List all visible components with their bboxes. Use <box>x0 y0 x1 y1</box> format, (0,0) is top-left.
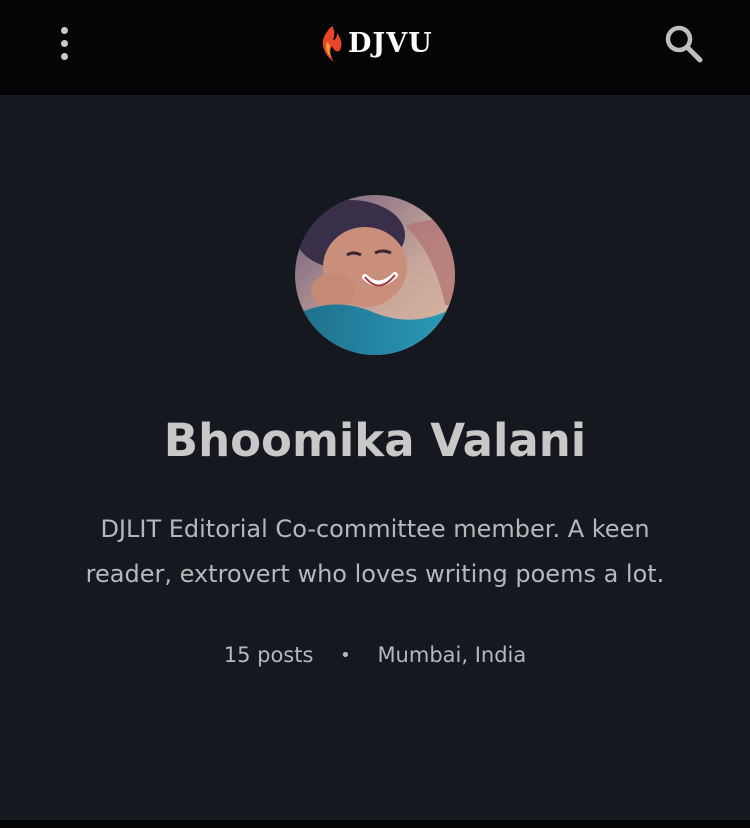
logo-text: DJVU <box>348 28 433 59</box>
author-bio: DJLIT Editorial Co-committee member. A k… <box>85 515 665 588</box>
post-count[interactable]: 15 posts <box>224 643 314 667</box>
author-profile: Bhoomika Valani DJLIT Editorial Co-commi… <box>0 95 750 820</box>
menu-dot <box>60 52 68 60</box>
author-location: Mumbai, India <box>377 643 527 667</box>
bottom-divider <box>0 820 750 828</box>
author-meta: 15 posts • Mumbai, India <box>0 635 750 676</box>
search-icon[interactable] <box>662 22 706 66</box>
author-name: Bhoomika Valani <box>163 414 587 467</box>
menu-dot <box>60 39 68 47</box>
site-logo[interactable]: DJVU <box>318 24 433 64</box>
flame-icon <box>322 26 342 62</box>
avatar <box>295 195 455 355</box>
menu-dot <box>60 26 68 34</box>
more-vertical-icon[interactable] <box>44 20 84 66</box>
top-app-bar: DJVU <box>0 0 750 95</box>
separator-dot: • <box>340 645 351 666</box>
